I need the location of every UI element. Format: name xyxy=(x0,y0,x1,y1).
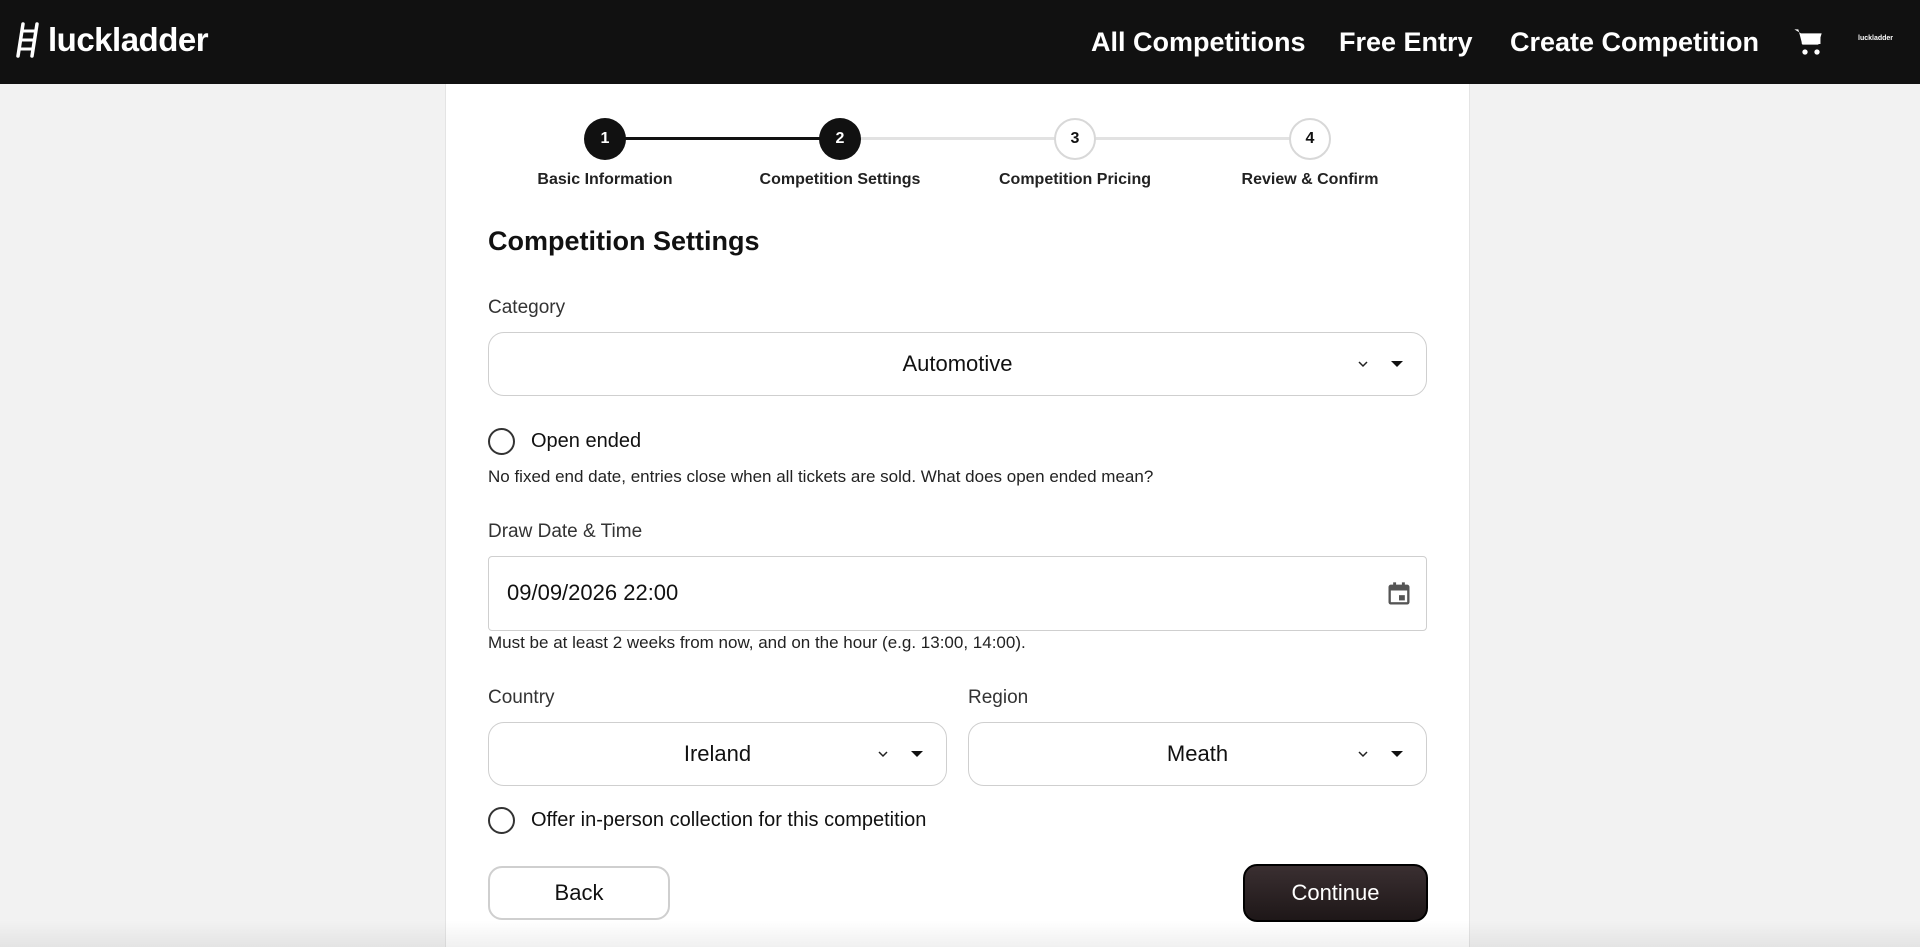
chevron-down-icon xyxy=(1358,751,1368,758)
ladder-logo-icon xyxy=(16,22,39,58)
dropdown-caret-icon xyxy=(911,751,923,757)
nav-all-competitions[interactable]: All Competitions xyxy=(1091,22,1306,62)
country-label: Country xyxy=(488,687,555,708)
draw-date-value: 09/09/2026 22:00 xyxy=(507,580,679,605)
step-4-circle: 4 xyxy=(1289,118,1331,160)
chevron-down-icon xyxy=(878,751,888,758)
back-button[interactable]: Back xyxy=(488,866,670,920)
draw-date-input[interactable]: 09/09/2026 22:00 xyxy=(488,556,1427,631)
open-ended-label[interactable]: Open ended xyxy=(531,430,641,453)
calendar-icon[interactable] xyxy=(1385,580,1413,608)
step-2-circle[interactable]: 2 xyxy=(819,118,861,160)
nav-create-competition[interactable]: Create Competition xyxy=(1510,22,1759,62)
country-select[interactable]: Ireland xyxy=(488,722,947,786)
dropdown-caret-icon xyxy=(1391,751,1403,757)
step-3-label: Competition Pricing xyxy=(999,171,1151,188)
region-label: Region xyxy=(968,687,1029,708)
draw-date-label: Draw Date & Time xyxy=(488,521,643,542)
step-4-label: Review & Confirm xyxy=(1241,171,1379,188)
open-ended-help: No fixed end date, entries close when al… xyxy=(488,467,1154,486)
step-3-circle: 3 xyxy=(1054,118,1096,160)
top-nav-bar: luckladder All Competitions Free Entry C… xyxy=(0,0,1920,84)
in-person-collection-label[interactable]: Offer in-person collection for this comp… xyxy=(531,809,926,832)
profile-mini-logo[interactable]: luckladder xyxy=(1858,35,1893,42)
dropdown-caret-icon xyxy=(1391,361,1403,367)
nav-free-entry[interactable]: Free Entry xyxy=(1339,22,1473,62)
draw-date-help: Must be at least 2 weeks from now, and o… xyxy=(488,633,1026,652)
brand-name: luckladder xyxy=(48,21,209,58)
stepper-progress-line xyxy=(605,137,840,140)
cart-icon[interactable] xyxy=(1793,26,1825,58)
open-ended-radio[interactable] xyxy=(488,428,515,455)
continue-button[interactable]: Continue xyxy=(1243,864,1428,922)
step-1-label: Basic Information xyxy=(537,171,673,188)
page-title: Competition Settings xyxy=(488,226,760,256)
category-select[interactable]: Automotive xyxy=(488,332,1427,396)
category-value: Automotive xyxy=(902,351,1013,376)
chevron-down-icon xyxy=(1358,361,1368,368)
in-person-collection-radio[interactable] xyxy=(488,807,515,834)
step-1-circle[interactable]: 1 xyxy=(584,118,626,160)
brand-logo-link[interactable]: luckladder xyxy=(14,20,209,60)
category-label: Category xyxy=(488,297,566,318)
step-2-label: Competition Settings xyxy=(759,171,921,188)
region-select[interactable]: Meath xyxy=(968,722,1427,786)
